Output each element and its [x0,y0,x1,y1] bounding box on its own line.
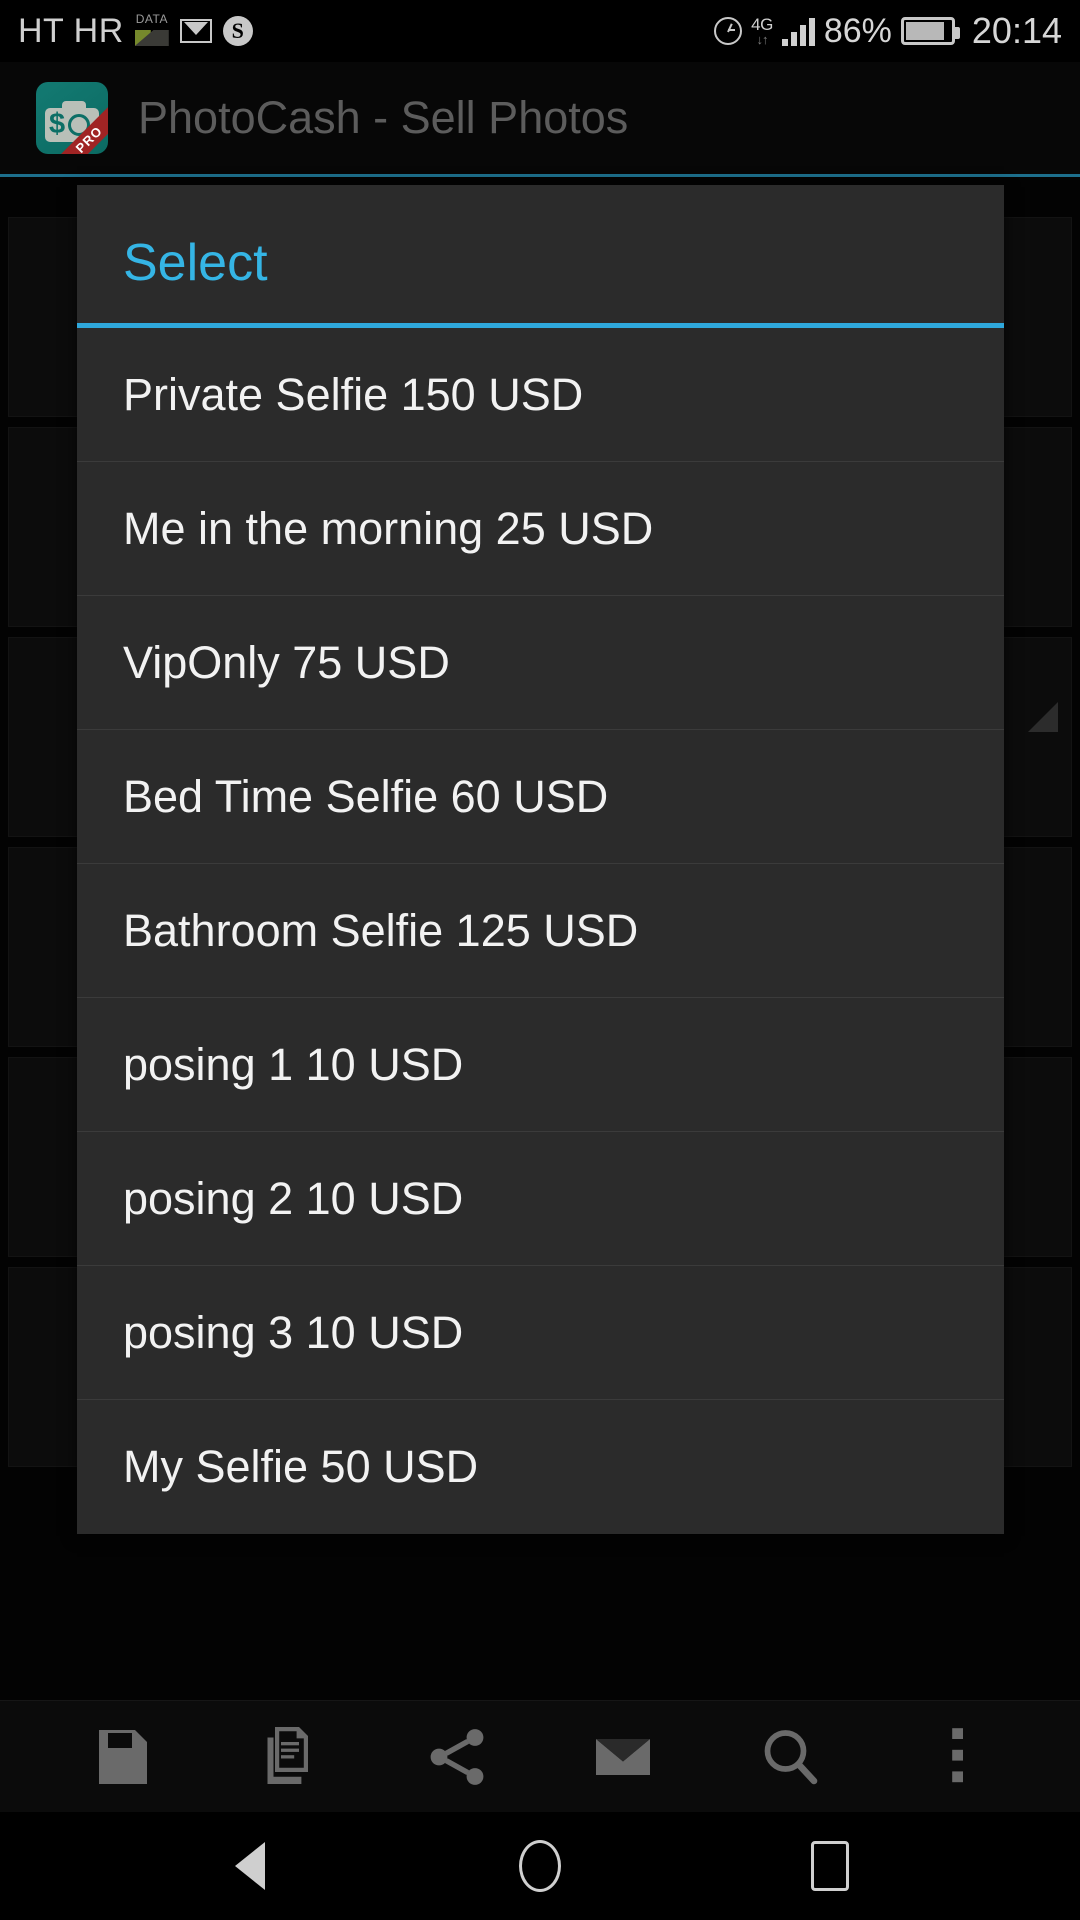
phone-screen: HT HR DATA S 4G ↓↑ 86% 20:14 $ PRO Photo… [0,0,1080,1920]
dialog-option-list: Private Selfie 150 USD Me in the morning … [77,328,1004,1534]
dialog-title: Select [123,234,268,292]
signal-icon [781,16,815,46]
back-button[interactable] [205,1821,295,1911]
skype-icon: S [222,16,253,46]
home-icon [519,1840,561,1892]
save-button[interactable] [75,1709,171,1805]
background-card-corner [1028,702,1058,732]
recents-icon [811,1841,849,1891]
list-item[interactable]: My Selfie 50 USD [77,1400,1004,1534]
network-arrows: ↓↑ [756,32,769,47]
clock-label: 20:14 [971,10,1062,51]
app-bar: $ PRO PhotoCash - Sell Photos [0,62,1080,174]
select-dialog: Select Private Selfie 150 USD Me in the m… [77,185,1004,1534]
network-type-icon: 4G ↓↑ [751,16,773,46]
list-item[interactable]: VipOnly 75 USD [77,596,1004,730]
dollar-sign-icon: $ [49,108,66,140]
list-item[interactable]: posing 2 10 USD [77,1132,1004,1266]
list-item[interactable]: posing 1 10 USD [77,998,1004,1132]
network-label: 4G [751,15,773,34]
list-item[interactable]: Bathroom Selfie 125 USD [77,864,1004,998]
photocash-app-icon: $ PRO [36,82,108,154]
list-item[interactable]: Me in the morning 25 USD [77,462,1004,596]
copy-icon [267,1726,308,1784]
search-button[interactable] [742,1709,838,1805]
list-item[interactable]: Private Selfie 150 USD [77,328,1004,462]
gmail-icon [179,19,212,43]
status-bar-right: 4G ↓↑ 86% 20:14 [714,13,1062,49]
home-button[interactable] [495,1821,585,1911]
list-item[interactable]: Bed Time Selfie 60 USD [77,730,1004,864]
copy-button[interactable] [242,1709,338,1805]
navigation-bar [0,1812,1080,1920]
battery-percent-label: 86% [823,12,892,50]
recents-button[interactable] [785,1821,875,1911]
status-bar-left: HT HR DATA S [18,12,253,50]
carrier-label: HT HR [18,12,124,50]
data-icon-label: DATA [135,12,168,26]
email-button[interactable] [575,1709,671,1805]
save-icon [99,1729,148,1784]
bottom-toolbar [0,1700,1080,1812]
battery-icon [900,17,960,45]
overflow-menu-button[interactable] [909,1709,1005,1805]
overflow-menu-icon [951,1727,963,1782]
page-title: PhotoCash - Sell Photos [138,92,629,143]
email-icon [596,1738,651,1775]
status-bar: HT HR DATA S 4G ↓↑ 86% 20:14 [0,0,1080,62]
search-icon [764,1729,818,1784]
back-icon [235,1842,265,1890]
share-icon [430,1728,484,1785]
list-item[interactable]: posing 3 10 USD [77,1266,1004,1400]
data-icon: DATA [134,12,169,46]
share-button[interactable] [409,1709,505,1805]
alarm-icon [714,17,743,45]
